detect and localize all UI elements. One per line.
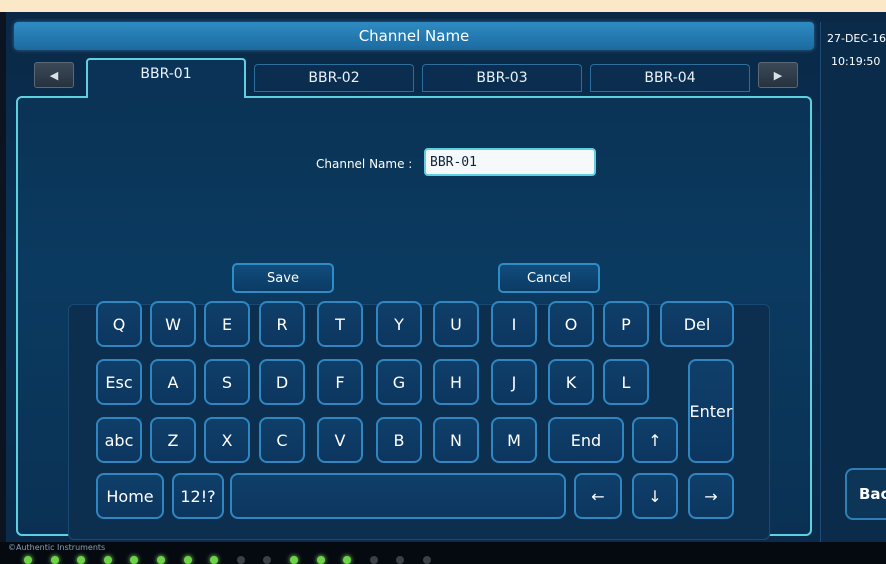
status-side-panel: 27-DEC-16 10:19:50 Back <box>820 22 886 542</box>
led-indicator <box>77 556 86 564</box>
key-j[interactable]: J <box>491 359 537 405</box>
key-f[interactable]: F <box>317 359 363 405</box>
key-symbols[interactable]: 12!? <box>172 473 224 519</box>
key-h[interactable]: H <box>433 359 479 405</box>
tab-bbr-02[interactable]: BBR-02 <box>254 64 414 92</box>
key-p[interactable]: P <box>603 301 649 347</box>
led-indicator <box>316 556 325 564</box>
device-screen: Channel Name 27-DEC-16 10:19:50 Back ◀ B… <box>6 12 886 542</box>
page-title-text: Channel Name <box>358 27 470 45</box>
key-d[interactable]: D <box>259 359 305 405</box>
led-indicator <box>210 556 219 564</box>
channel-name-label: Channel Name : <box>316 157 413 171</box>
arrow-right-icon: ▶ <box>773 68 783 82</box>
key-space[interactable] <box>230 473 566 519</box>
channel-name-input[interactable] <box>424 148 596 176</box>
key-r[interactable]: R <box>259 301 305 347</box>
key-enter[interactable]: Enter <box>688 359 734 463</box>
key-x[interactable]: X <box>204 417 250 463</box>
key-home[interactable]: Home <box>96 473 164 519</box>
key-m[interactable]: M <box>491 417 537 463</box>
time-readout: 10:19:50 <box>831 55 881 68</box>
key-o[interactable]: O <box>548 301 594 347</box>
led-indicator <box>50 556 59 564</box>
tab-bbr-04[interactable]: BBR-04 <box>590 64 750 92</box>
device-bezel <box>0 0 886 12</box>
tab-bbr-01[interactable]: BBR-01 <box>86 58 246 98</box>
led-indicator <box>263 556 272 564</box>
led-indicator <box>157 556 165 564</box>
tab-next-button[interactable]: ▶ <box>758 62 798 88</box>
key-e[interactable]: E <box>204 301 250 347</box>
key-arrow-left[interactable]: ← <box>574 473 622 519</box>
date-readout: 27-DEC-16 <box>827 32 886 45</box>
key-q[interactable]: Q <box>96 301 142 347</box>
key-z[interactable]: Z <box>150 417 196 463</box>
led-indicator <box>236 556 245 564</box>
key-arrow-up[interactable]: ↑ <box>632 417 678 463</box>
led-indicator <box>396 556 405 564</box>
led-indicator <box>343 556 352 564</box>
key-u[interactable]: U <box>433 301 479 347</box>
led-indicator <box>369 556 378 564</box>
key-end[interactable]: End <box>548 417 624 463</box>
led-indicator <box>290 556 298 564</box>
led-indicator <box>24 556 32 564</box>
copyright-text: ©Authentic Instruments <box>8 543 106 552</box>
page-title: Channel Name <box>14 22 814 50</box>
tab-bbr-03[interactable]: BBR-03 <box>422 64 582 92</box>
led-indicator <box>183 556 192 564</box>
key-w[interactable]: W <box>150 301 196 347</box>
cancel-button[interactable]: Cancel <box>498 263 600 293</box>
led-indicator <box>423 556 431 564</box>
key-l[interactable]: L <box>603 359 649 405</box>
key-g[interactable]: G <box>376 359 422 405</box>
key-n[interactable]: N <box>433 417 479 463</box>
save-button[interactable]: Save <box>232 263 334 293</box>
key-i[interactable]: I <box>491 301 537 347</box>
key-v[interactable]: V <box>317 417 363 463</box>
led-indicator-strip <box>24 556 444 564</box>
key-abc[interactable]: abc <box>96 417 142 463</box>
key-arrow-right[interactable]: → <box>688 473 734 519</box>
back-button[interactable]: Back <box>845 468 886 520</box>
key-esc[interactable]: Esc <box>96 359 142 405</box>
key-s[interactable]: S <box>204 359 250 405</box>
key-arrow-down[interactable]: ↓ <box>632 473 678 519</box>
key-y[interactable]: Y <box>376 301 422 347</box>
key-del[interactable]: Del <box>660 301 734 347</box>
key-k[interactable]: K <box>548 359 594 405</box>
tab-prev-button[interactable]: ◀ <box>34 62 74 88</box>
key-t[interactable]: T <box>317 301 363 347</box>
key-a[interactable]: A <box>150 359 196 405</box>
key-c[interactable]: C <box>259 417 305 463</box>
key-b[interactable]: B <box>376 417 422 463</box>
arrow-left-icon: ◀ <box>49 68 59 82</box>
led-indicator <box>103 556 112 564</box>
led-indicator <box>130 556 139 564</box>
